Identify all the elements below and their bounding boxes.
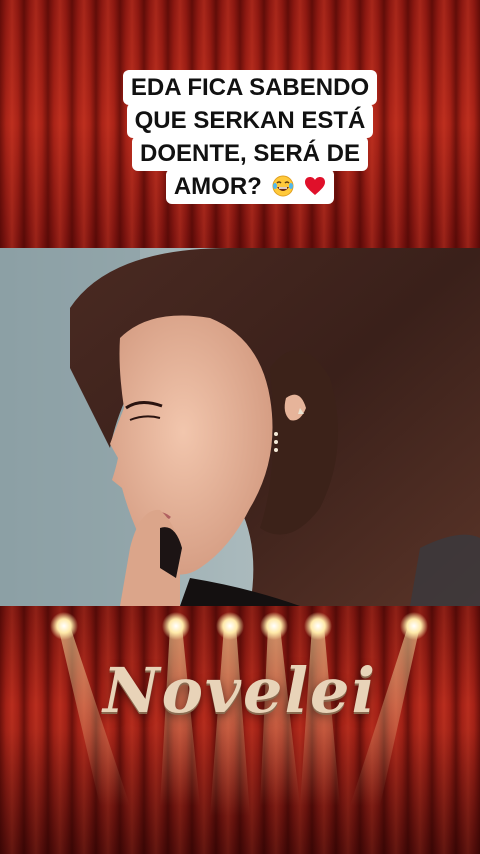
red-heart-emoji-icon (305, 177, 326, 195)
laughing-tears-emoji-icon (272, 175, 294, 197)
spotlights-icon (50, 612, 428, 816)
logo-text: Novelei (102, 654, 378, 727)
woman-on-phone-image (0, 248, 480, 606)
caption-line-3: DOENTE, SERÁ DE (131, 136, 369, 171)
novelei-logo: Novelei (0, 606, 480, 854)
video-frame-woman-on-phone (0, 248, 480, 606)
caption-line-2: QUE SERKAN ESTÁ (126, 103, 374, 138)
caption-line-1: EDA FICA SABENDO (122, 70, 378, 105)
caption-line-4: AMOR? (165, 169, 335, 204)
caption-line-4-text: AMOR? (173, 173, 262, 200)
video-caption: EDA FICA SABENDO QUE SERKAN ESTÁ DOENTE,… (108, 70, 392, 204)
